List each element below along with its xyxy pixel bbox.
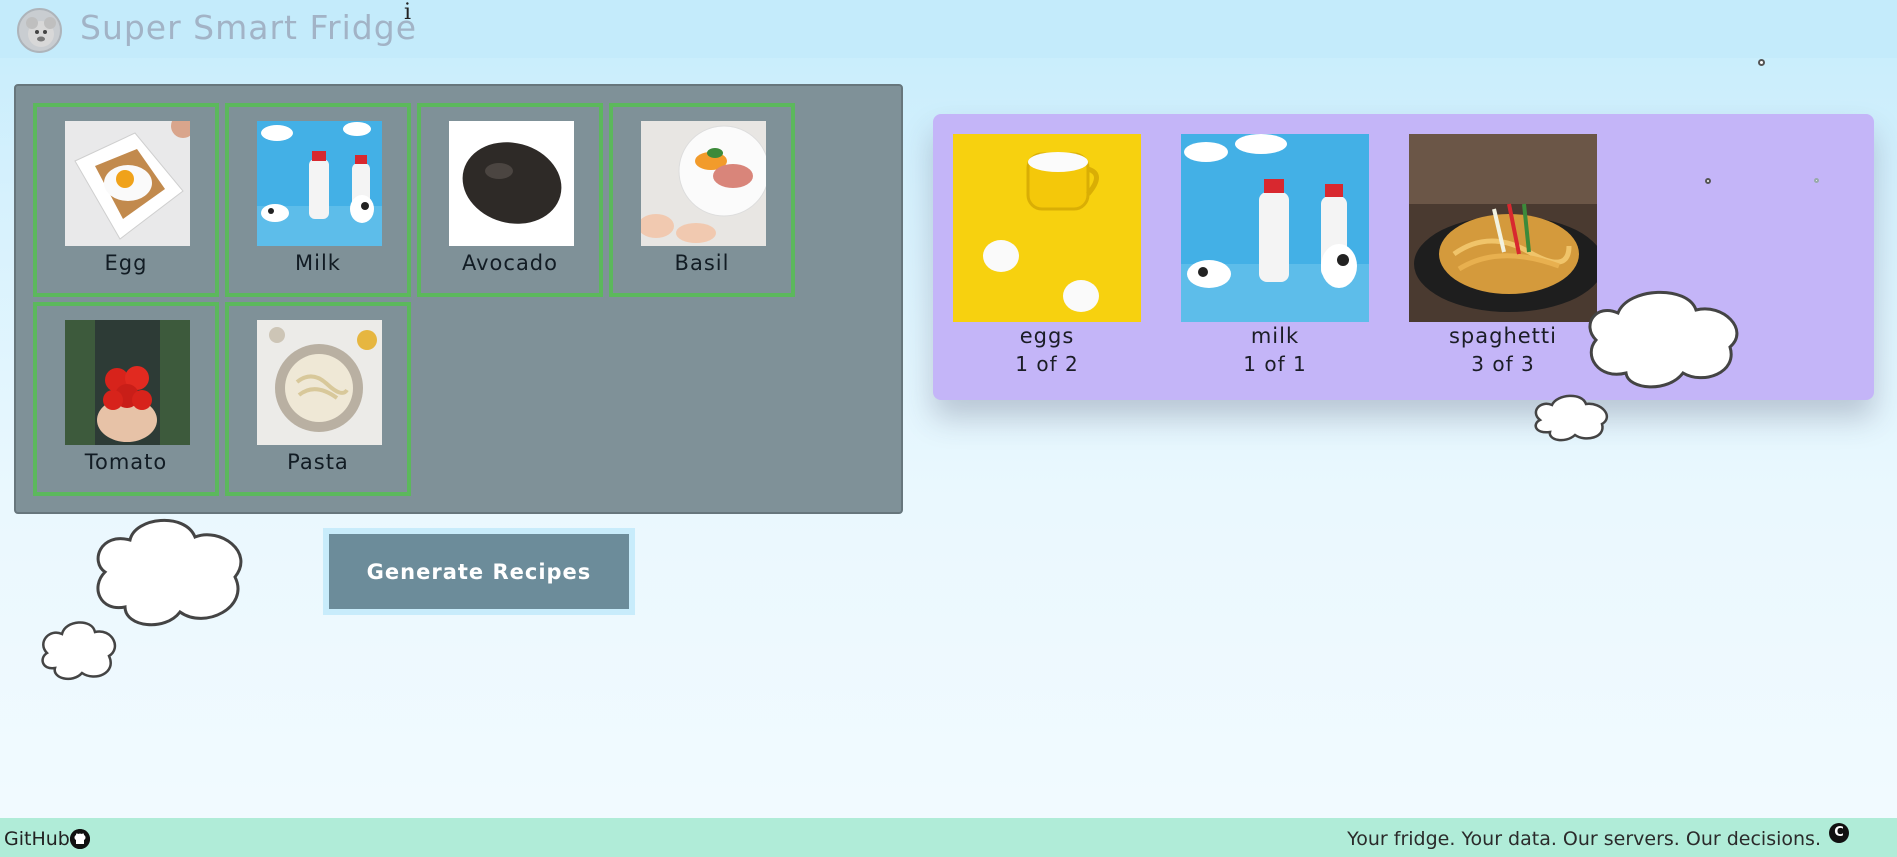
eggs-recipe-image: [953, 134, 1141, 322]
cloud-decoration: [96, 518, 243, 627]
fridge-item-label: Egg: [104, 251, 148, 275]
app-logo: [17, 8, 62, 53]
github-icon[interactable]: [70, 829, 90, 849]
fridge-item-pasta[interactable]: Pasta: [225, 302, 411, 496]
fridge-item-milk[interactable]: Milk: [225, 103, 411, 297]
fridge-item-tomato[interactable]: Tomato: [33, 302, 219, 496]
recipe-card-spaghetti[interactable]: spaghetti 3 of 3: [1409, 134, 1597, 376]
generate-recipes-button[interactable]: Generate Recipes: [323, 528, 635, 615]
recipe-match-count: 1 of 2: [1015, 352, 1079, 376]
decorative-dot: [1758, 59, 1765, 66]
milk-recipe-image: [1181, 134, 1369, 322]
app-header: Super Smart Fridge i: [0, 0, 1897, 58]
fridge-item-label: Avocado: [461, 251, 558, 275]
recipe-card-eggs[interactable]: eggs 1 of 2: [953, 134, 1141, 376]
basil-image: [641, 121, 766, 246]
cloud-decoration: [1588, 290, 1739, 389]
cloud-decoration: [41, 621, 117, 681]
decorative-dot: [1705, 178, 1711, 184]
app-footer: GitHub Your fridge. Your data. Our serve…: [0, 818, 1897, 857]
copyright-icon: C: [1829, 823, 1849, 843]
decorative-dot: [1814, 178, 1819, 183]
app-title: Super Smart Fridge: [80, 8, 417, 47]
fridge-item-avocado[interactable]: Avocado: [417, 103, 603, 297]
spaghetti-recipe-image: [1409, 134, 1597, 322]
recipe-match-count: 1 of 1: [1243, 352, 1307, 376]
fridge-item-basil[interactable]: Basil: [609, 103, 795, 297]
info-icon[interactable]: i: [404, 0, 411, 25]
milk-image: [257, 121, 382, 246]
recipe-name: milk: [1250, 324, 1300, 348]
fridge-item-label: Tomato: [84, 450, 168, 474]
fridge-item-label: Basil: [674, 251, 730, 275]
tomato-image: [65, 320, 190, 445]
fridge-item-label: Pasta: [287, 450, 349, 474]
recipe-name: eggs: [1019, 324, 1075, 348]
recipe-name: spaghetti: [1448, 324, 1557, 348]
recipe-match-count: 3 of 3: [1471, 352, 1535, 376]
fridge-item-label: Milk: [295, 251, 341, 275]
egg-image: [65, 121, 190, 246]
footer-tagline: Your fridge. Your data. Our servers. Our…: [1347, 828, 1821, 850]
avocado-image: [449, 121, 574, 246]
github-link[interactable]: GitHub: [4, 828, 70, 850]
cloud-decoration: [1534, 394, 1609, 442]
fridge-contents-panel: Egg Milk Avocado Basil Tomato Pasta: [14, 84, 903, 514]
recipe-card-milk[interactable]: milk 1 of 1: [1181, 134, 1369, 376]
pasta-image: [257, 320, 382, 445]
fridge-item-egg[interactable]: Egg: [33, 103, 219, 297]
